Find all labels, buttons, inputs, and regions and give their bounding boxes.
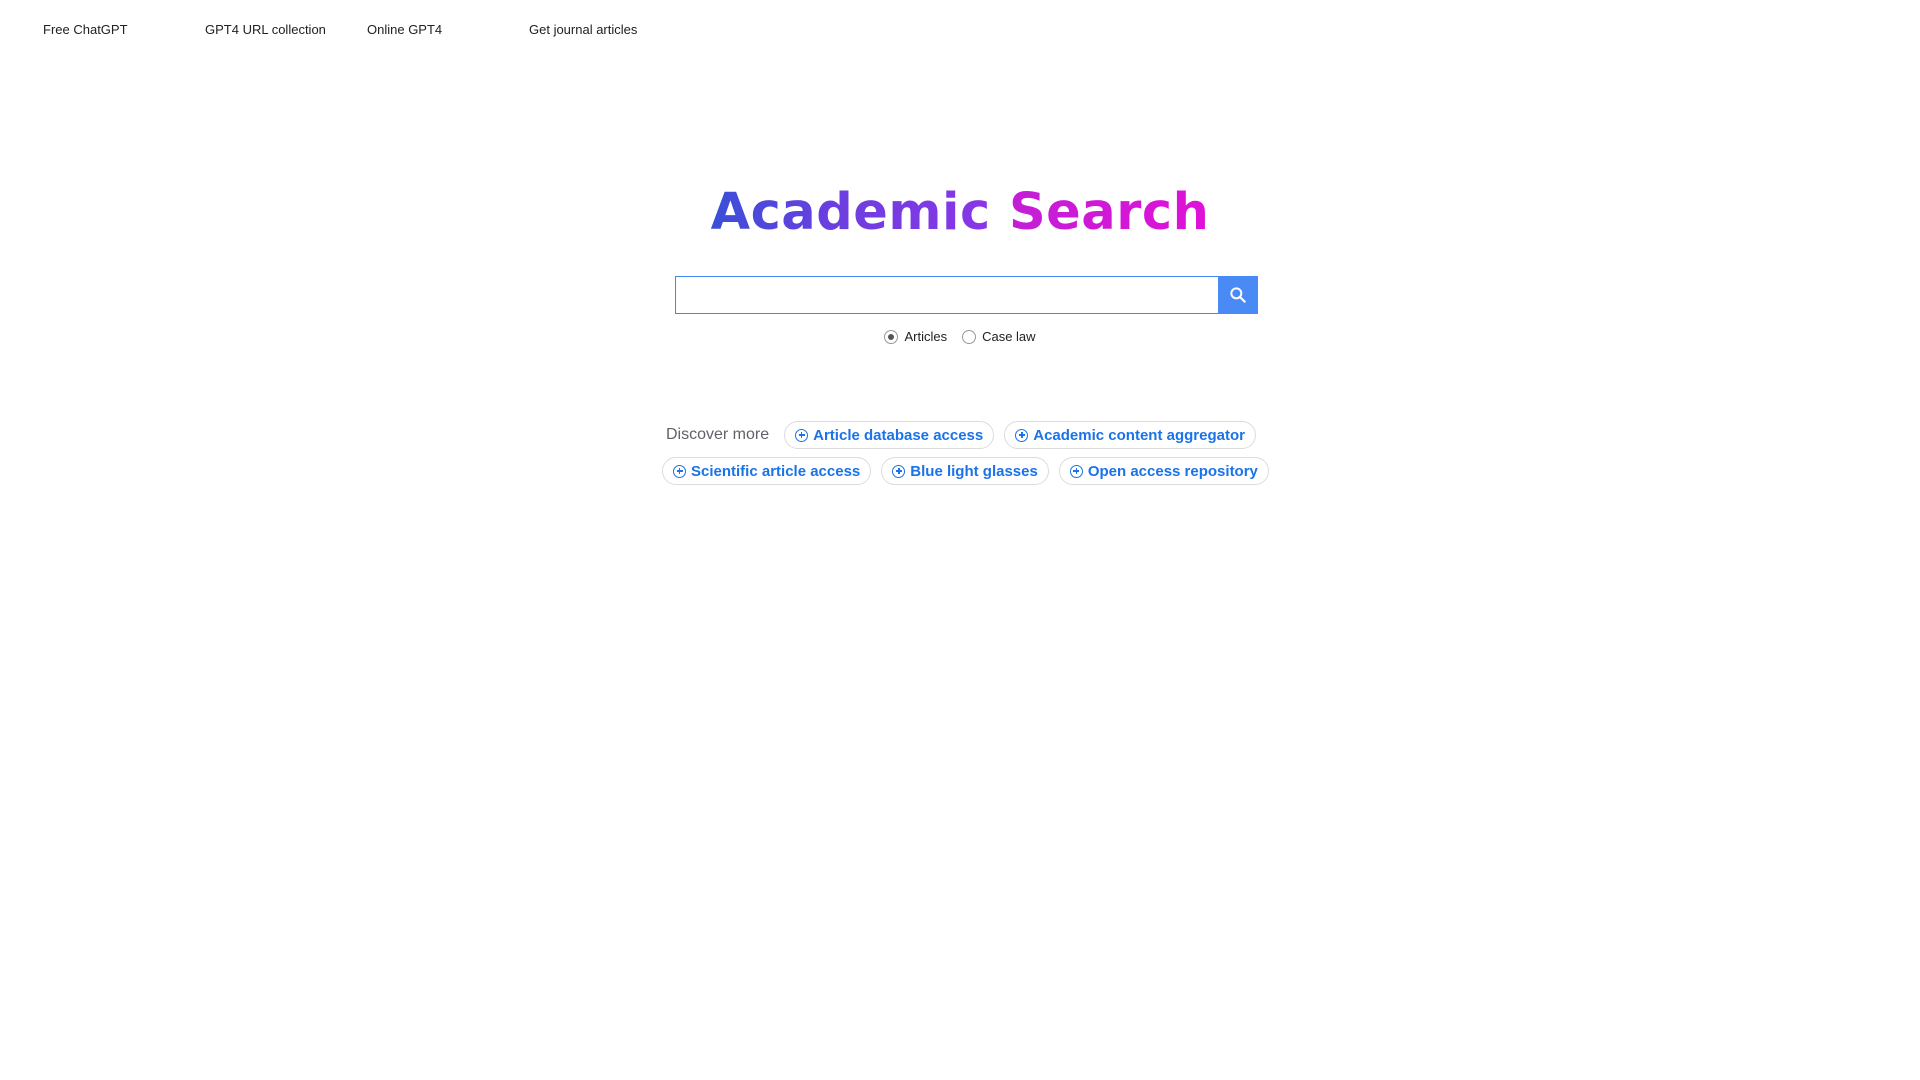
radio-label-case-law: Case law bbox=[982, 329, 1036, 344]
chip-label: Scientific article access bbox=[691, 462, 861, 480]
plus-circle-icon bbox=[892, 464, 906, 478]
nav-link-online-gpt4[interactable]: Online GPT4 bbox=[367, 22, 442, 37]
nav-link-free-chatgpt[interactable]: Free ChatGPT bbox=[43, 22, 128, 37]
chip-blue-light-glasses[interactable]: Blue light glasses bbox=[881, 457, 1049, 485]
chip-scientific-article-access[interactable]: Scientific article access bbox=[662, 457, 872, 485]
plus-circle-icon bbox=[795, 428, 809, 442]
radio-option-articles[interactable]: Articles bbox=[884, 329, 947, 344]
chip-open-access-repository[interactable]: Open access repository bbox=[1058, 457, 1269, 485]
search-type-options: Articles Case law bbox=[0, 329, 1920, 344]
radio-button-articles[interactable] bbox=[884, 329, 899, 344]
chip-label: Academic content aggregator bbox=[1033, 426, 1245, 444]
plus-circle-icon bbox=[1069, 464, 1083, 478]
discover-more-row-1: Discover more Article database access Ac… bbox=[666, 421, 1256, 449]
plus-circle-icon bbox=[673, 464, 686, 478]
chip-label: Open access repository bbox=[1087, 462, 1258, 480]
search-bar bbox=[675, 276, 1258, 314]
search-icon bbox=[1230, 287, 1246, 303]
radio-button-case-law[interactable] bbox=[962, 329, 977, 344]
chip-label: Article database access bbox=[813, 426, 984, 444]
nav-link-gpt4-url-collection[interactable]: GPT4 URL collection bbox=[205, 22, 326, 37]
nav-link-get-journal-articles[interactable]: Get journal articles bbox=[529, 22, 637, 37]
search-button[interactable] bbox=[1218, 276, 1258, 314]
chip-label: Blue light glasses bbox=[910, 462, 1038, 480]
radio-option-case-law[interactable]: Case law bbox=[962, 329, 1036, 344]
chip-academic-content-aggregator[interactable]: Academic content aggregator bbox=[1004, 421, 1256, 449]
top-navigation: Free ChatGPT GPT4 URL collection Online … bbox=[0, 0, 1920, 60]
logo-word-academic: Academic bbox=[710, 183, 991, 242]
radio-label-articles: Articles bbox=[904, 329, 948, 344]
site-logo: Academic Search bbox=[0, 183, 1920, 242]
chip-article-database-access[interactable]: Article database access bbox=[784, 421, 995, 449]
plus-circle-icon bbox=[1015, 428, 1029, 442]
discover-more-row-2: Scientific article access Blue light gla… bbox=[662, 457, 1269, 485]
logo-word-search: Search bbox=[1008, 183, 1210, 242]
search-input[interactable] bbox=[675, 276, 1218, 314]
discover-more-label: Discover more bbox=[666, 426, 770, 443]
